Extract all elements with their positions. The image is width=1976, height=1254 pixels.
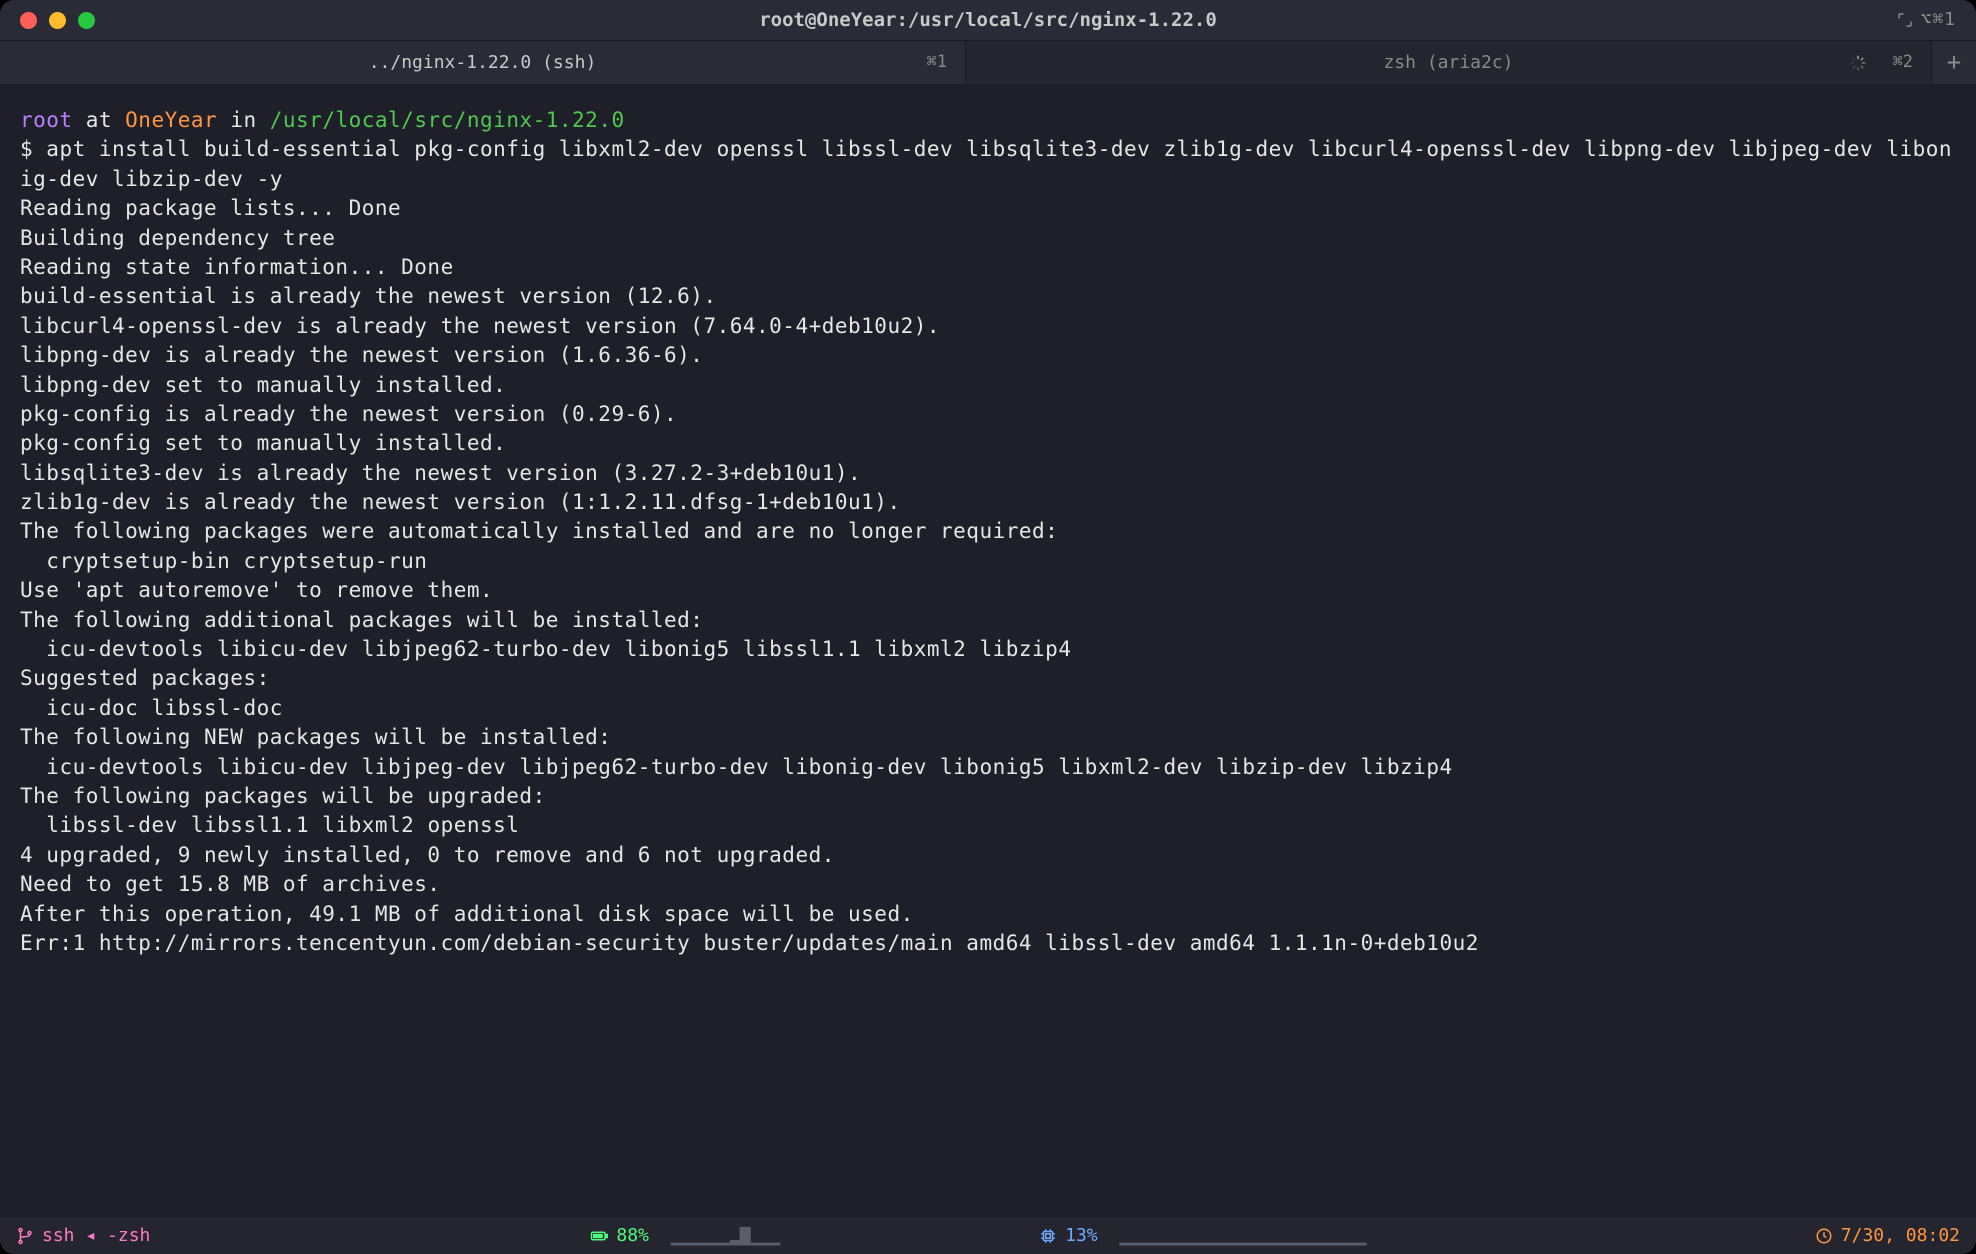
clock-icon xyxy=(1815,1227,1833,1245)
expand-icon xyxy=(1896,11,1914,29)
prompt-user: root xyxy=(20,108,73,132)
terminal-window: root@OneYear:/usr/local/src/nginx-1.22.0… xyxy=(0,0,1976,1254)
command-text: apt install build-essential pkg-config l… xyxy=(20,137,1952,190)
terminal-output: Reading package lists... Done Building d… xyxy=(20,196,1479,955)
tab-label: zsh (aria2c) xyxy=(1383,50,1513,75)
tab-1[interactable]: ../nginx-1.22.0 (ssh) ⌘1 xyxy=(0,41,966,84)
zoom-button[interactable] xyxy=(78,12,95,29)
tab-2[interactable]: zsh (aria2c) ⌘2 xyxy=(966,41,1932,84)
prompt-in: in xyxy=(217,108,270,132)
status-battery: 88% ▁▁▁▁▁▁▂▇▁▁▁ xyxy=(590,1223,779,1248)
prompt-at: at xyxy=(73,108,126,132)
git-branch-icon xyxy=(16,1227,34,1245)
minimize-button[interactable] xyxy=(49,12,66,29)
status-time-text: 7/30, 08:02 xyxy=(1841,1223,1960,1248)
tab-hotkey: ⌘2 xyxy=(1893,51,1913,75)
terminal-viewport[interactable]: root at OneYear in /usr/local/src/nginx-… xyxy=(0,84,1976,1216)
cpu-percent: 13% xyxy=(1065,1223,1098,1248)
tab-hotkey: ⌘1 xyxy=(927,51,947,75)
traffic-lights xyxy=(0,12,95,29)
close-button[interactable] xyxy=(20,12,37,29)
status-time: 7/30, 08:02 xyxy=(1815,1223,1960,1248)
window-title: root@OneYear:/usr/local/src/nginx-1.22.0 xyxy=(0,7,1976,34)
status-process: ssh ◂ -zsh xyxy=(16,1223,150,1248)
titlebar-hotkey-text: ⌥⌘1 xyxy=(1920,7,1956,32)
battery-sparkline: ▁▁▁▁▁▁▂▇▁▁▁ xyxy=(671,1223,779,1248)
battery-percent: 88% xyxy=(616,1223,649,1248)
status-process-text: ssh ◂ -zsh xyxy=(42,1223,150,1248)
activity-spinner-icon xyxy=(1849,54,1867,72)
titlebar-hotkey-hint: ⌥⌘1 xyxy=(1896,7,1976,32)
command-line: $ apt install build-essential pkg-config… xyxy=(20,137,1952,190)
tab-label: ../nginx-1.22.0 (ssh) xyxy=(369,50,597,75)
tab-bar: ../nginx-1.22.0 (ssh) ⌘1 zsh (aria2c) ⌘2… xyxy=(0,40,1976,84)
prompt-path: /usr/local/src/nginx-1.22.0 xyxy=(270,108,625,132)
battery-icon xyxy=(590,1227,608,1245)
cpu-icon xyxy=(1039,1227,1057,1245)
new-tab-button[interactable]: + xyxy=(1932,41,1976,84)
status-bar: ssh ◂ -zsh 88% ▁▁▁▁▁▁▂▇▁▁▁ 13% ▁▁▁▁▁▁▁▁▁… xyxy=(0,1216,1976,1254)
prompt-sigil: $ xyxy=(20,137,46,161)
cpu-sparkline: ▁▁▁▁▁▁▁▁▁▁▁▁▁▁▁▁▁▁▁▁▁▁▁▁▁ xyxy=(1120,1223,1366,1248)
status-cpu: 13% ▁▁▁▁▁▁▁▁▁▁▁▁▁▁▁▁▁▁▁▁▁▁▁▁▁ xyxy=(1039,1223,1365,1248)
prompt-line: root at OneYear in /usr/local/src/nginx-… xyxy=(20,108,625,132)
titlebar: root@OneYear:/usr/local/src/nginx-1.22.0… xyxy=(0,0,1976,40)
prompt-host: OneYear xyxy=(125,108,217,132)
